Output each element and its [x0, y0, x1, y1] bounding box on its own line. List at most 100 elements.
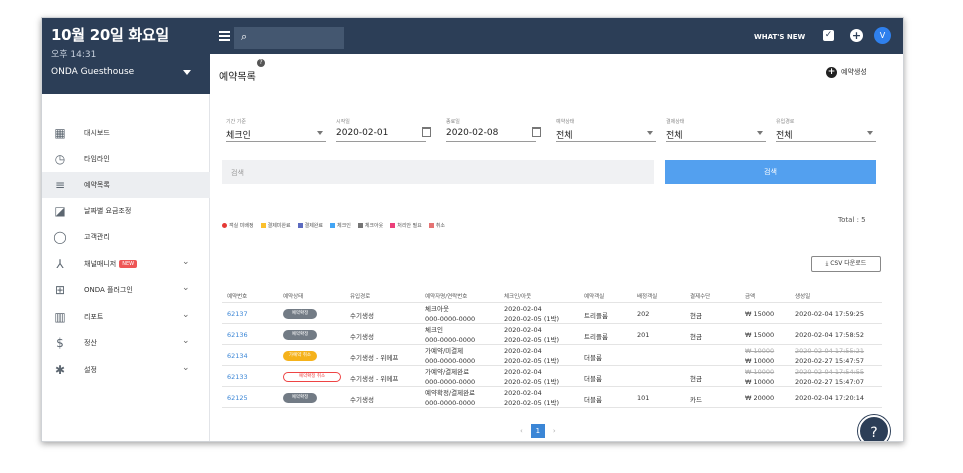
- sidebar-item-label: 날짜별 요금조정: [84, 207, 132, 215]
- sidebar-item-reservations[interactable]: ≡ 예약목록: [42, 172, 210, 198]
- status-badge: 예약확정: [283, 309, 317, 319]
- sidebar-item-timeline[interactable]: ◷ 타임라인: [42, 146, 210, 172]
- legend-item: 체크인: [330, 223, 351, 229]
- checkin-date: 2020-02-04: [504, 326, 542, 334]
- reservation-id-link[interactable]: 62136: [227, 331, 248, 339]
- sidebar-item-dashboard[interactable]: ▦ 대시보드: [42, 120, 210, 146]
- sidebar-item-rates[interactable]: ◪ 날짜별 요금조정: [42, 198, 210, 224]
- table-row[interactable]: 62125 예약확정 수기생성 예약확정/결제완료 000-0000-0000 2020-…: [222, 387, 882, 408]
- table-row[interactable]: 62137 예약확정 수기생성 체크아웃 000-0000-0000 2020-02-04…: [222, 303, 882, 324]
- checkin-date: 2020-02-04: [504, 305, 542, 313]
- legend-label: 체크인: [337, 223, 351, 229]
- top-bar: ⌕ WHAT'S NEW ✓ + V: [210, 18, 903, 54]
- avatar[interactable]: V: [874, 27, 891, 44]
- dropdown-arrow-icon: [317, 131, 323, 135]
- legend-swatch: [428, 223, 434, 228]
- guest-phone: 000-0000-0000: [425, 357, 476, 365]
- guest-name: 예약확정/결제완료: [425, 389, 476, 397]
- column-header: 금액: [745, 294, 756, 300]
- end-date-field[interactable]: 종료일 2020-02-08: [422, 118, 536, 142]
- channel-cell: 수기생성: [350, 396, 374, 404]
- page-title: 예약목록: [219, 72, 256, 83]
- calendar-icon[interactable]: [422, 127, 431, 137]
- search-icon[interactable]: ⌕: [241, 30, 247, 44]
- column-header: 결제수단: [690, 294, 711, 300]
- reservation-id-link[interactable]: 62137: [227, 310, 248, 318]
- sidebar-item-settings[interactable]: ✱ 설정 ⌄: [42, 357, 210, 383]
- amount: ₩ 10000: [745, 357, 775, 365]
- plugin-icon: ⊞: [54, 283, 66, 297]
- reservation-id-link[interactable]: 62125: [227, 394, 248, 402]
- status-legend: 객실 미배정 결제미완료 결제완료 체크인 체크아웃 처리안 필요 취소: [222, 222, 452, 229]
- help-chat-button[interactable]: ?: [858, 415, 890, 441]
- global-search[interactable]: ⌕: [234, 27, 344, 49]
- reservation-status-select[interactable]: 예약상태 전체: [532, 118, 656, 142]
- reservation-id-link[interactable]: 62134: [227, 352, 248, 360]
- chevron-down-icon[interactable]: ⌄: [182, 336, 190, 346]
- legend-label: 결제완료: [304, 223, 324, 229]
- reservation-id-link[interactable]: 62133: [227, 373, 248, 381]
- search-button[interactable]: 검색: [665, 160, 876, 184]
- reservation-table: 예약번호 예약상태 유입경로 예약자명/연락번호 체크인/아웃 예약객실 배정객실 결제수단 금…: [222, 287, 882, 408]
- field-caption: 기간 기준: [226, 119, 246, 125]
- chevron-down-icon[interactable]: ⌄: [182, 257, 190, 267]
- keyword-search-input[interactable]: 검색: [222, 160, 654, 184]
- start-date-field[interactable]: 시작일 2020-02-01: [336, 118, 426, 142]
- help-icon[interactable]: ?: [257, 59, 265, 67]
- add-icon[interactable]: +: [850, 29, 863, 42]
- dropdown-arrow-icon: [647, 131, 653, 135]
- payment-status-select[interactable]: 결제상태 전체: [666, 118, 766, 142]
- legend-label: 취소: [435, 223, 446, 229]
- new-reservation-button[interactable]: + 예약생성: [826, 67, 867, 78]
- room-type: 트리플룸: [584, 333, 608, 341]
- sidebar-item-label: 예약목록: [84, 181, 110, 189]
- chevron-down-icon[interactable]: ⌄: [182, 283, 190, 293]
- channel-cell: 수기생성: [350, 333, 374, 341]
- sidebar-item-customers[interactable]: ◯ 고객관리: [42, 224, 210, 250]
- sidebar-item-text: 채널매니저: [84, 260, 117, 268]
- page-1-button[interactable]: 1: [530, 424, 545, 438]
- channel-select[interactable]: 유입경로 전체: [776, 118, 876, 142]
- sidebar-item-label: 고객관리: [84, 233, 110, 241]
- field-caption: 결제상태: [666, 119, 685, 125]
- prev-page-button[interactable]: ‹: [520, 427, 523, 435]
- table-row[interactable]: 62136 예약확정 수기생성 체크인 000-0000-0000 2020-02-04 2…: [222, 324, 882, 345]
- legend-label: 결제미완료: [267, 223, 291, 229]
- column-header: 체크인/아웃: [504, 294, 532, 300]
- csv-label: CSV 다운로드: [830, 260, 867, 267]
- csv-download-button[interactable]: ⤓ CSV 다운로드: [811, 256, 881, 272]
- legend-swatch: [390, 223, 396, 228]
- field-caption: 예약상태: [556, 119, 575, 125]
- sidebar-item-label: 리포트: [84, 313, 104, 321]
- checklist-icon[interactable]: ✓: [823, 30, 834, 41]
- period-basis-select[interactable]: 기간 기준 체크인: [226, 118, 326, 142]
- next-page-button[interactable]: ›: [553, 427, 556, 435]
- dashboard-icon: ▦: [54, 126, 66, 140]
- column-header: 생성일: [795, 294, 811, 300]
- calendar-icon[interactable]: [532, 127, 541, 137]
- sidebar-item-label: ONDA 플러그인: [84, 286, 133, 294]
- table-row[interactable]: 62133 예약확정 취소 수기생성 - 위메프 가예약/결제완료 000-0000-0…: [222, 366, 882, 387]
- sidebar-item-channel-manager[interactable]: ⅄ 채널매니저 NEW ⌄: [42, 251, 210, 277]
- calendar-edit-icon: ◪: [54, 204, 66, 218]
- whats-new-link[interactable]: WHAT'S NEW: [754, 33, 805, 41]
- chevron-down-icon[interactable]: ⌄: [182, 363, 190, 373]
- field-caption: 시작일: [336, 119, 350, 125]
- created-date: 2020-02-04 17:58:52: [795, 331, 865, 339]
- property-selector[interactable]: ONDA Guesthouse: [51, 67, 134, 77]
- payment-method: 현금: [690, 312, 702, 320]
- field-caption: 유입경로: [776, 119, 795, 125]
- list-check-icon: ≡: [54, 178, 66, 192]
- chevron-down-icon[interactable]: ⌄: [182, 310, 190, 320]
- caret-down-icon[interactable]: [183, 70, 191, 75]
- status-badge: 가예약 취소: [283, 351, 317, 361]
- legend-label: 체크아웃: [364, 223, 384, 229]
- sidebar-item-settlement[interactable]: $ 정산 ⌄: [42, 330, 210, 356]
- table-row[interactable]: 62134 가예약 취소 수기생성 - 위메프 가예약/미결제 000-0000-000…: [222, 345, 882, 366]
- channel-cell: 수기생성 - 위메프: [350, 354, 399, 362]
- sidebar-item-report[interactable]: ▥ 리포트 ⌄: [42, 304, 210, 330]
- legend-item: 결제미완료: [260, 223, 291, 229]
- payment-method: 카드: [690, 396, 702, 404]
- sidebar-item-plugin[interactable]: ⊞ ONDA 플러그인 ⌄: [42, 277, 210, 303]
- menu-icon[interactable]: [219, 31, 230, 41]
